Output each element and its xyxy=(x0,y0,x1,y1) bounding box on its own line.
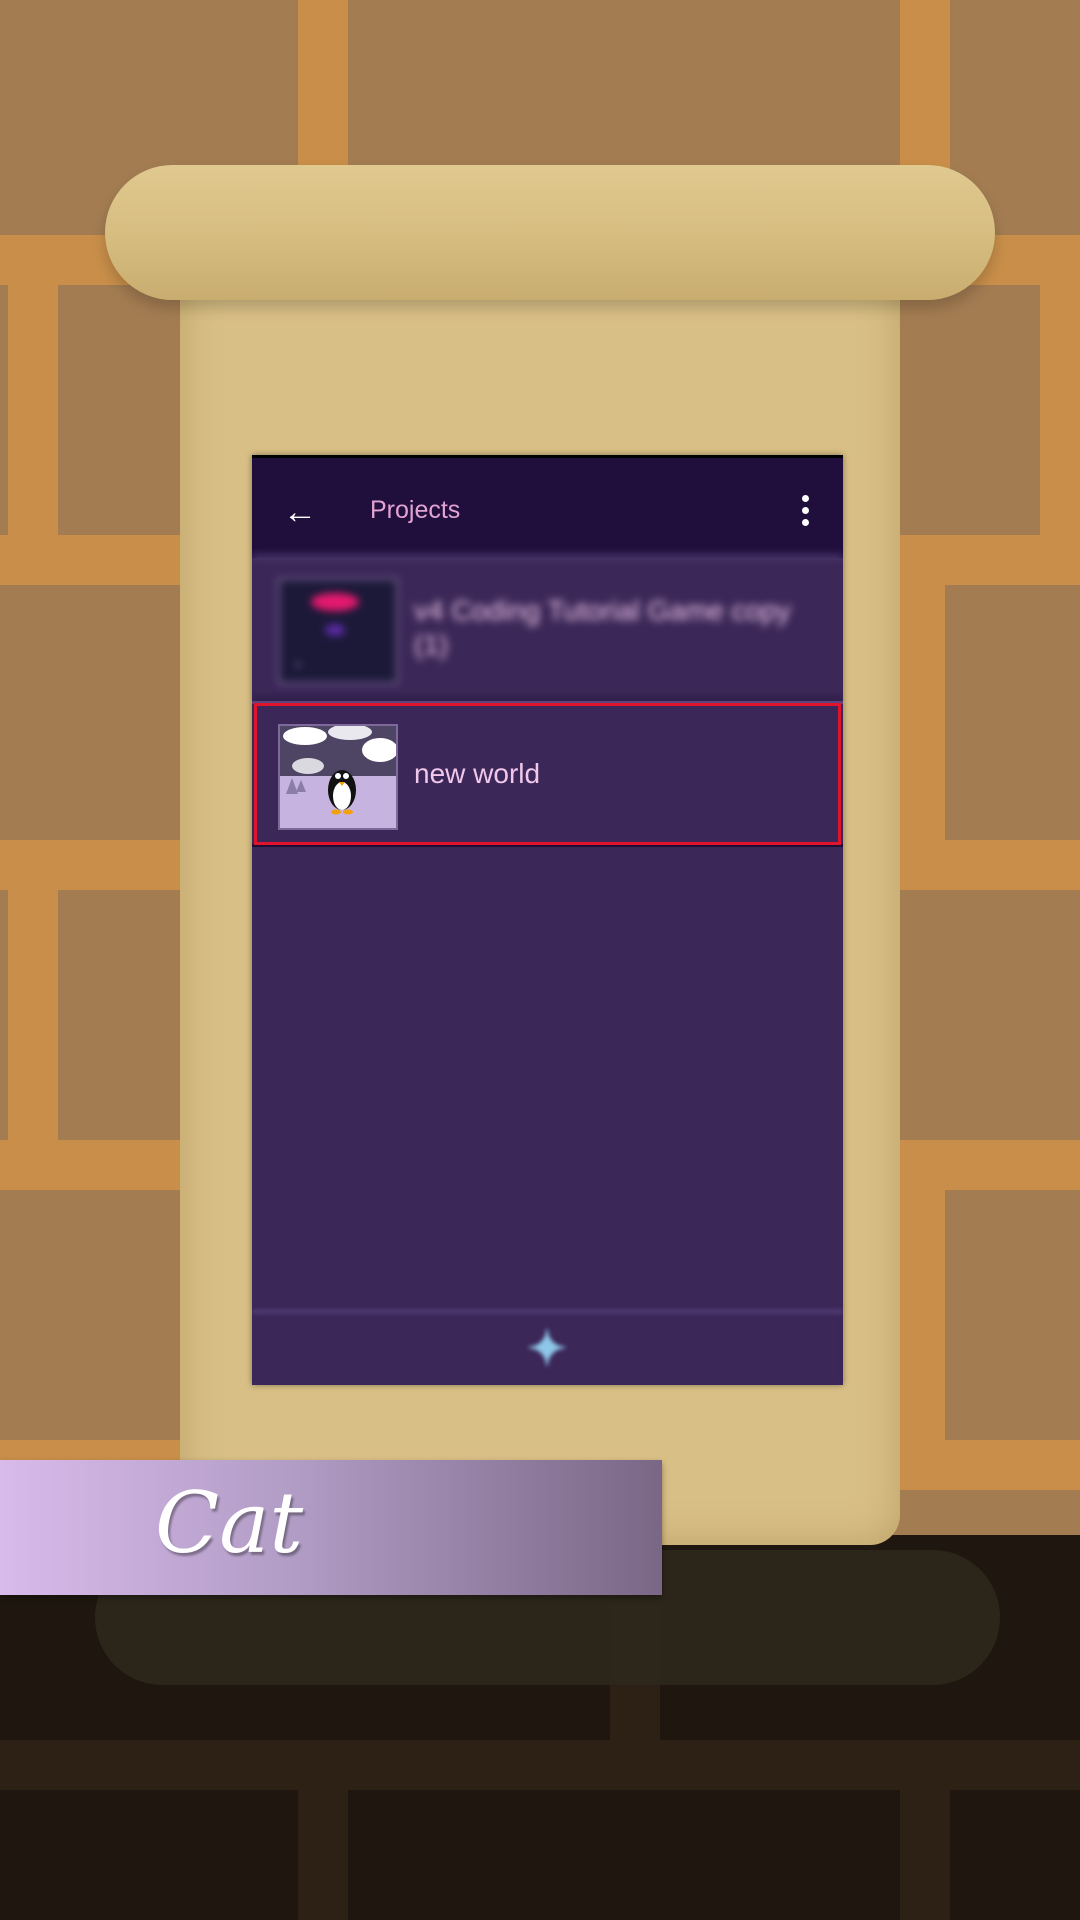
wall-beam xyxy=(895,585,945,840)
character-name-banner: Cat xyxy=(0,1460,662,1595)
scroll-top-roll xyxy=(105,165,995,300)
wall-beam xyxy=(8,885,58,1140)
more-vert-icon-dot xyxy=(801,518,809,526)
more-vert-icon xyxy=(801,494,809,502)
arrow-left-icon: ← xyxy=(283,493,317,531)
more-vert-icon-dot xyxy=(801,506,809,514)
add-icon: ✦ xyxy=(526,1323,568,1376)
back-button[interactable]: ← xyxy=(276,488,324,536)
projects-screen: ← Projects v4 Coding Tutorial Game copy … xyxy=(252,455,843,1385)
project-name: new world xyxy=(414,758,541,789)
project-row-selected[interactable]: new world xyxy=(252,701,843,847)
project-list: v4 Coding Tutorial Game copy (1) new wor… xyxy=(252,555,843,847)
wall-beam xyxy=(298,0,348,170)
app-bar: ← Projects xyxy=(252,455,843,558)
page-title: Projects xyxy=(370,496,461,524)
floor-beam xyxy=(900,1790,950,1920)
project-row[interactable]: v4 Coding Tutorial Game copy (1) xyxy=(252,555,843,701)
floor-beam xyxy=(0,1740,1080,1790)
floor-beam xyxy=(298,1790,348,1920)
game-thumbnail-image xyxy=(280,580,396,682)
wall-beam xyxy=(1040,285,1080,535)
project-thumbnail xyxy=(278,578,398,684)
project-thumbnail xyxy=(278,724,398,830)
wall-beam xyxy=(8,285,58,535)
wall-beam xyxy=(900,0,950,170)
add-project-button[interactable]: ✦ xyxy=(522,1325,572,1375)
wall-beam xyxy=(895,1185,945,1440)
overflow-menu-button[interactable] xyxy=(785,486,825,534)
project-name: v4 Coding Tutorial Game copy (1) xyxy=(414,595,791,660)
penguin-thumbnail-image xyxy=(280,726,396,828)
banner-title: Cat xyxy=(155,1474,304,1572)
bottom-bar: ✦ xyxy=(252,1310,843,1385)
